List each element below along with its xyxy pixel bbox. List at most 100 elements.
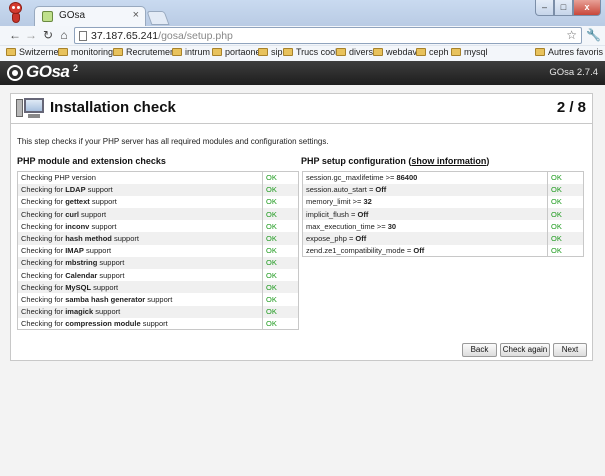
table-row: zend.ze1_compatibility_mode = Off OK — [303, 244, 584, 257]
check-label: Checking for LDAP support — [17, 183, 263, 196]
check-status: OK — [547, 183, 584, 196]
logo-text: GOsa — [26, 62, 70, 81]
bookmark-folder[interactable]: divers — [336, 47, 373, 57]
check-label: Checking for Calendar support — [21, 270, 125, 280]
table-row: Checking for samba hash generator suppor… — [18, 293, 299, 306]
check-label: Checking for IMAP support — [21, 246, 112, 256]
check-status: OK — [262, 195, 299, 209]
logo-superscript: 2 — [73, 63, 79, 73]
table-row: Checking for inconv support OK — [18, 220, 299, 233]
check-status: OK — [262, 256, 299, 269]
tab-close-icon[interactable]: × — [133, 9, 139, 21]
folder-icon — [535, 48, 545, 56]
table-row: Checking for MySQL support OK — [17, 281, 299, 294]
other-bookmarks-folder[interactable]: Autres favoris — [535, 47, 603, 57]
table-row: Checking for imagick support OK — [17, 305, 299, 318]
check-label: Checking for mbstring support — [17, 256, 263, 269]
table-row: max_execution_time >= 30 OK — [303, 220, 584, 233]
check-status: OK — [262, 208, 299, 221]
bookmark-folder[interactable]: portaone — [212, 47, 261, 57]
browser-toolbar: ← → ↻ ⌂ 37.187.65.241/gosa/setup.php ☆ 🔧 — [0, 26, 605, 45]
table-row: session.gc_maxlifetime >= 86400 OK — [303, 171, 584, 184]
check-status: OK — [262, 293, 299, 306]
table-row: Checking for IMAP support OK — [18, 244, 299, 257]
reload-icon[interactable]: ↻ — [41, 28, 55, 42]
check-label: Checking for compression module support — [21, 319, 168, 329]
check-status: OK — [547, 171, 584, 184]
folder-icon — [58, 48, 68, 56]
gosa-favicon-icon — [42, 11, 53, 22]
back-button[interactable]: Back — [462, 343, 497, 357]
php-modules-title: PHP module and extension checks — [17, 156, 166, 166]
check-status: OK — [547, 244, 584, 257]
back-arrow-icon[interactable]: ← — [8, 28, 22, 42]
check-label: zend.ze1_compatibility_mode = Off — [306, 245, 425, 255]
bookmark-star-icon[interactable]: ☆ — [566, 28, 577, 42]
check-status: OK — [262, 305, 299, 318]
url-text: 37.187.65.241/gosa/setup.php — [91, 30, 233, 42]
wrench-menu-icon[interactable]: 🔧 — [586, 28, 601, 42]
check-label: max_execution_time >= 30 — [306, 221, 397, 231]
check-status: OK — [262, 220, 299, 233]
table-row: expose_php = Off OK — [302, 232, 584, 245]
folder-icon — [113, 48, 123, 56]
gosa-version: GOsa 2.7.4 — [549, 67, 598, 78]
check-status: OK — [262, 317, 299, 330]
minimize-button[interactable]: – — [535, 0, 554, 16]
bookmark-folder[interactable]: mysql — [451, 47, 488, 57]
php-setup-title: PHP setup configuration (show informatio… — [301, 156, 490, 166]
table-row: implicit_flush = Off OK — [302, 208, 584, 221]
check-status: OK — [547, 208, 584, 221]
table-row: Checking for Calendar support OK — [18, 269, 299, 282]
bookmark-folder[interactable]: webdav — [373, 47, 417, 57]
folder-icon — [451, 48, 461, 56]
table-row: Checking for mbstring support OK — [17, 256, 299, 269]
bookmark-folder[interactable]: sip — [258, 47, 283, 57]
table-row: memory_limit >= 32 OK — [303, 195, 584, 209]
check-label: session.auto_start = Off — [302, 183, 548, 196]
check-label: implicit_flush = Off — [302, 208, 548, 221]
check-again-button[interactable]: Check again — [500, 343, 550, 357]
bookmark-folder[interactable]: ceph — [416, 47, 449, 57]
home-icon[interactable]: ⌂ — [57, 28, 71, 42]
check-label: memory_limit >= 32 — [306, 197, 372, 207]
check-label: session.gc_maxlifetime >= 86400 — [306, 173, 418, 183]
folder-icon — [258, 48, 268, 56]
check-status: OK — [262, 183, 299, 196]
table-row: Checking PHP version OK — [18, 171, 299, 184]
check-status: OK — [547, 195, 584, 209]
bookmark-folder[interactable]: Trucs cool — [283, 47, 337, 57]
close-window-button[interactable]: x — [573, 0, 601, 16]
bookmark-folder[interactable]: monitoring — [58, 47, 113, 57]
check-status: OK — [262, 269, 299, 282]
check-status: OK — [262, 244, 299, 257]
folder-icon — [172, 48, 182, 56]
forward-arrow-icon[interactable]: → — [24, 28, 38, 42]
check-status: OK — [547, 232, 584, 245]
check-label: Checking for samba hash generator suppor… — [21, 294, 173, 304]
bookmark-folder[interactable]: intrum — [172, 47, 210, 57]
page-icon — [79, 31, 87, 41]
folder-icon — [336, 48, 346, 56]
panel-header: Installation check 2 / 8 — [11, 94, 592, 124]
check-label: Checking for hash method support — [17, 232, 263, 245]
show-information-link[interactable]: show information — [411, 156, 486, 166]
address-bar[interactable]: 37.187.65.241/gosa/setup.php ☆ — [74, 27, 582, 44]
next-button[interactable]: Next — [553, 343, 587, 357]
url-path: /gosa/setup.php — [158, 30, 233, 42]
browser-tab[interactable]: GOsa × — [34, 6, 146, 26]
php-modules-table: Checking PHP version OK Checking for LDAP … — [17, 171, 299, 331]
gosa-eye-logo-icon — [7, 65, 23, 81]
check-label: Checking for gettext support — [21, 197, 117, 207]
browser-titlebar: GOsa × – □ x — [0, 0, 605, 26]
computer-monitor-icon — [16, 97, 46, 120]
bookmark-folder[interactable]: Switzernet — [6, 47, 61, 57]
bookmark-folder[interactable]: Recrutement — [113, 47, 178, 57]
check-label: Checking for inconv support — [21, 221, 117, 231]
folder-icon — [283, 48, 293, 56]
folder-icon — [6, 48, 16, 56]
php-setup-table: session.gc_maxlifetime >= 86400 OK session… — [302, 171, 584, 258]
new-tab-button[interactable] — [146, 11, 170, 25]
folder-icon — [416, 48, 426, 56]
maximize-button[interactable]: □ — [554, 0, 573, 16]
